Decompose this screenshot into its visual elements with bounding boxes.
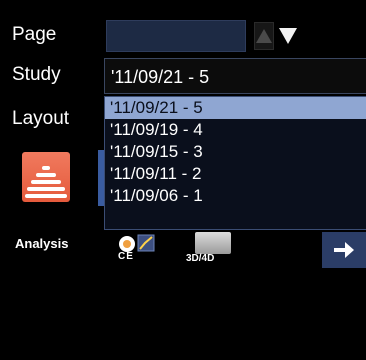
page-label: Page bbox=[12, 24, 57, 45]
study-select[interactable]: '11/09/21 - 5 bbox=[104, 58, 366, 94]
triangle-up-icon bbox=[256, 29, 272, 43]
page-field[interactable] bbox=[106, 20, 246, 52]
page-down-button[interactable] bbox=[278, 22, 298, 50]
study-option[interactable]: '11/09/15 - 3 bbox=[105, 141, 366, 163]
ultrasound-waves-icon bbox=[22, 152, 70, 202]
volume-render-icon bbox=[195, 232, 231, 254]
study-label: Study bbox=[12, 64, 61, 85]
triangle-down-icon bbox=[279, 28, 297, 44]
study-dropdown-list[interactable]: '11/09/21 - 5 '11/09/19 - 4 '11/09/15 - … bbox=[104, 96, 366, 230]
next-button[interactable] bbox=[322, 232, 366, 268]
study-option[interactable]: '11/09/21 - 5 bbox=[105, 97, 366, 119]
study-option[interactable]: '11/09/06 - 1 bbox=[105, 185, 366, 207]
arrow-right-icon bbox=[334, 242, 354, 258]
3d4d-button-label: 3D/4D bbox=[186, 253, 215, 264]
ce-button-label: CE bbox=[118, 251, 134, 262]
layout-label: Layout bbox=[12, 108, 70, 129]
study-option[interactable]: '11/09/11 - 2 bbox=[105, 163, 366, 185]
ce-button[interactable] bbox=[116, 232, 158, 268]
study-option[interactable]: '11/09/19 - 4 bbox=[105, 119, 366, 141]
analysis-label: Analysis bbox=[15, 236, 69, 251]
page-up-button[interactable] bbox=[254, 22, 274, 50]
